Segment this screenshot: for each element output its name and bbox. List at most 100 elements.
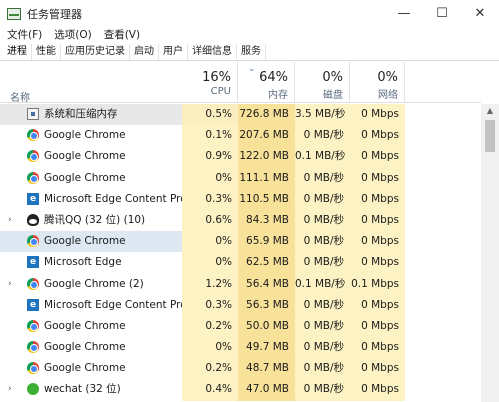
disk-cell: 0 MB/秒	[295, 231, 350, 253]
process-name-cell: Google Chrome	[0, 125, 182, 146]
process-row[interactable]: Google Chrome 0% 65.9 MB 0 MB/秒 0 Mbps	[0, 231, 481, 253]
process-row[interactable]: › wechat (32 位) 0.4% 47.0 MB 0 MB/秒 0 Mbps	[0, 379, 481, 401]
chrome-icon	[27, 235, 39, 248]
network-cell: 0.1 Mbps	[350, 273, 405, 295]
tab-startup[interactable]: 启动	[130, 44, 159, 60]
disk-label: 磁盘	[323, 90, 343, 101]
expand-chevron-icon[interactable]: ›	[8, 210, 12, 231]
process-name: Google Chrome (2)	[44, 277, 144, 290]
network-cell: 0 Mbps	[350, 104, 405, 126]
memory-cell: 84.3 MB	[238, 209, 295, 232]
chrome-icon	[27, 129, 39, 142]
disk-cell: 0.1 MB/秒	[295, 273, 350, 295]
process-row[interactable]: Google Chrome 0.1% 207.6 MB 0 MB/秒 0 Mbps	[0, 125, 481, 147]
disk-cell: 0 MB/秒	[295, 188, 350, 210]
chrome-icon	[27, 362, 39, 375]
cpu-cell: 0%	[182, 231, 238, 253]
tab-app-history[interactable]: 应用历史记录	[61, 44, 130, 60]
process-row[interactable]: e Microsoft Edge Content Pro... 0.3% 56.3 M…	[0, 294, 481, 316]
cpu-cell: 0.3%	[182, 294, 238, 316]
cpu-label: CPU	[210, 86, 231, 97]
tab-performance[interactable]: 性能	[32, 44, 61, 60]
column-network[interactable]: 0% 网络	[350, 62, 405, 103]
tab-users[interactable]: 用户	[159, 44, 188, 60]
network-cell: 0 Mbps	[350, 125, 405, 147]
memory-cell: 56.4 MB	[238, 273, 295, 295]
process-row[interactable]: e Microsoft Edge Content Pro... 0.3% 110.5 …	[0, 188, 481, 210]
column-header: 名称 ⌄ 16% CPU 64% 内存 0% 磁盘 0% 网络	[0, 62, 481, 104]
network-percent: 0%	[377, 70, 398, 85]
process-list: 系统和压缩内存 0.5% 726.8 MB 3.5 MB/秒 0 Mbps Google …	[0, 104, 481, 402]
wechat-icon	[27, 383, 39, 396]
disk-cell: 0.1 MB/秒	[295, 146, 350, 168]
cpu-cell: 0.4%	[182, 379, 238, 401]
cpu-cell: 0.3%	[182, 188, 238, 210]
process-name: 腾讯QQ (32 位) (10)	[44, 213, 146, 226]
memory-percent: 64%	[259, 70, 288, 85]
memory-cell: 122.0 MB	[238, 146, 295, 168]
network-cell: 0 Mbps	[350, 379, 405, 401]
process-name-cell: Google Chrome	[0, 231, 182, 253]
process-name: Google Chrome	[44, 341, 126, 354]
process-row[interactable]: Google Chrome 0.9% 122.0 MB 0.1 MB/秒 0 Mbps	[0, 146, 481, 168]
network-cell: 0 Mbps	[350, 231, 405, 253]
chrome-icon	[27, 171, 39, 184]
menu-options[interactable]: 选项(O)	[47, 27, 96, 42]
network-label: 网络	[378, 90, 398, 101]
process-name-cell: Google Chrome	[0, 168, 182, 189]
process-name: Microsoft Edge	[44, 256, 122, 269]
network-cell: 0 Mbps	[350, 167, 405, 189]
menu-file[interactable]: 文件(F)	[0, 27, 47, 42]
edge-icon: e	[27, 298, 39, 311]
process-row[interactable]: Google Chrome 0% 111.1 MB 0 MB/秒 0 Mbps	[0, 167, 481, 189]
maximize-button[interactable]: ☐	[423, 0, 461, 27]
memory-cell: 111.1 MB	[238, 167, 295, 189]
network-cell: 0 Mbps	[350, 188, 405, 210]
process-row[interactable]: › Google Chrome (2) 1.2% 56.4 MB 0.1 MB/秒 0.1…	[0, 273, 481, 295]
process-name-cell: e Microsoft Edge	[0, 252, 182, 273]
process-row[interactable]: 系统和压缩内存 0.5% 726.8 MB 3.5 MB/秒 0 Mbps	[0, 104, 481, 126]
process-name-cell: e Microsoft Edge Content Pro...	[0, 295, 196, 316]
title-bar: 任务管理器 — ☐ ✕	[0, 0, 499, 27]
vertical-scrollbar[interactable]: ▲	[481, 104, 499, 402]
process-row[interactable]: e Microsoft Edge 0% 62.5 MB 0 MB/秒 0 Mbps	[0, 252, 481, 274]
chrome-icon	[27, 150, 39, 163]
process-name-cell: 系统和压缩内存	[0, 104, 182, 126]
process-name: Google Chrome	[44, 171, 126, 184]
disk-cell: 0 MB/秒	[295, 294, 350, 316]
memory-label: 内存	[268, 90, 288, 101]
column-cpu[interactable]: 16% CPU	[182, 62, 238, 103]
process-row[interactable]: › 腾讯QQ (32 位) (10) 0.6% 84.3 MB 0 MB/秒 0 Mbps	[0, 209, 481, 232]
column-name[interactable]: 名称	[10, 89, 30, 104]
close-button[interactable]: ✕	[461, 0, 499, 27]
column-memory[interactable]: 64% 内存	[238, 62, 295, 103]
network-cell: 0 Mbps	[350, 315, 405, 338]
tab-bar: 进程 性能 应用历史记录 启动 用户 详细信息 服务	[0, 43, 499, 61]
network-cell: 0 Mbps	[350, 252, 405, 274]
menu-view[interactable]: 查看(V)	[97, 27, 145, 42]
scroll-thumb[interactable]	[485, 120, 495, 152]
memory-cell: 110.5 MB	[238, 188, 295, 210]
column-disk[interactable]: 0% 磁盘	[295, 62, 350, 103]
network-cell: 0 Mbps	[350, 337, 405, 359]
disk-cell: 3.5 MB/秒	[295, 104, 350, 126]
process-row[interactable]: Google Chrome 0.2% 50.0 MB 0 MB/秒 0 Mbps	[0, 315, 481, 338]
minimize-button[interactable]: —	[385, 0, 423, 27]
memory-cell: 50.0 MB	[238, 315, 295, 338]
cpu-cell: 0%	[182, 167, 238, 189]
tab-details[interactable]: 详细信息	[188, 44, 237, 60]
expand-chevron-icon[interactable]: ›	[8, 274, 12, 295]
disk-percent: 0%	[322, 70, 343, 85]
memory-cell: 207.6 MB	[238, 125, 295, 147]
process-name-cell: e Microsoft Edge Content Pro...	[0, 189, 196, 210]
network-cell: 0 Mbps	[350, 294, 405, 316]
memory-cell: 62.5 MB	[238, 252, 295, 274]
process-row[interactable]: Google Chrome 0% 49.7 MB 0 MB/秒 0 Mbps	[0, 337, 481, 359]
scroll-up-arrow-icon[interactable]: ▲	[481, 104, 499, 118]
process-row[interactable]: Google Chrome 0.2% 48.7 MB 0 MB/秒 0 Mbps	[0, 358, 481, 380]
expand-chevron-icon[interactable]: ›	[8, 379, 12, 400]
tab-processes[interactable]: 进程	[3, 44, 32, 60]
process-name-cell: Google Chrome	[0, 316, 182, 337]
disk-cell: 0 MB/秒	[295, 125, 350, 147]
tab-services[interactable]: 服务	[237, 44, 266, 60]
